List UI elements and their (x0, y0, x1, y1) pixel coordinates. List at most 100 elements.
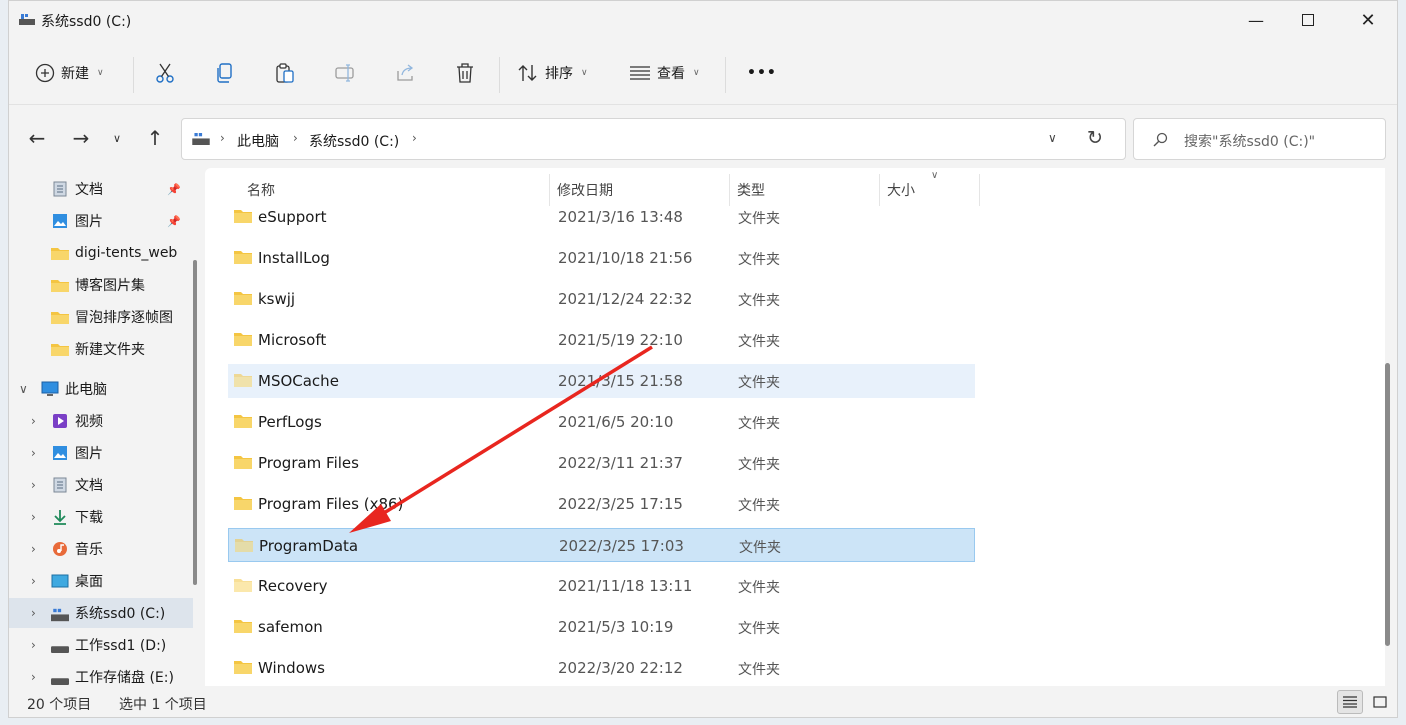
file-row[interactable]: Recovery 2021/11/18 13:11 文件夹 (228, 569, 975, 603)
item-count: 20 个项目 (27, 697, 92, 713)
address-history-dropdown[interactable]: ∨ (1048, 131, 1057, 145)
refresh-icon[interactable]: ↻ (1087, 127, 1103, 149)
file-type: 文件夹 (738, 580, 780, 596)
breadcrumb-drive-c[interactable]: 系统ssd0 (C:) (309, 131, 399, 151)
document-icon (53, 477, 67, 493)
file-list: 名称 修改日期 类型 大小 ∨ eSupport 2021/3/16 13:48 文… (205, 168, 1390, 686)
pin-icon: 📌 (167, 182, 181, 196)
minimize-icon: — (1248, 10, 1264, 30)
sidebar-item-pictures[interactable]: › 图片 (9, 438, 193, 468)
file-name: MSOCache (258, 372, 339, 390)
close-button[interactable]: ✕ (1339, 1, 1397, 39)
folder-icon (51, 248, 69, 260)
sidebar-item-label: 此电脑 (65, 382, 107, 398)
sidebar-item-music[interactable]: › 音乐 (9, 534, 193, 564)
file-date: 2021/3/15 21:58 (558, 372, 683, 390)
share-button[interactable] (395, 55, 415, 91)
maximize-button[interactable] (1279, 1, 1337, 39)
rename-button[interactable] (335, 55, 357, 91)
sort-button[interactable]: 排序 ∨ (517, 55, 588, 91)
folder-icon (234, 579, 252, 592)
file-row[interactable]: MSOCache 2021/3/15 21:58 文件夹 (228, 364, 975, 398)
breadcrumb-this-pc[interactable]: 此电脑 (237, 131, 279, 151)
column-header-type[interactable]: 类型 (737, 180, 765, 200)
tiles-view-button[interactable] (1367, 690, 1393, 714)
search-box[interactable]: 搜索"系统ssd0 (C:)" (1133, 118, 1386, 160)
file-date: 2021/12/24 22:32 (558, 290, 693, 308)
cut-icon (156, 63, 174, 83)
sidebar-item-downloads[interactable]: › 下载 (9, 502, 193, 532)
command-bar: 新建 ∨ 排序 ∨ 查看 ∨ ••• (9, 41, 1397, 105)
sidebar-item-label: 文档 (75, 478, 103, 494)
sidebar-item-label: 博客图片集 (75, 278, 145, 294)
sidebar-item-folder[interactable]: 冒泡排序逐帧图 (9, 302, 193, 332)
file-row[interactable]: PerfLogs 2021/6/5 20:10 文件夹 (228, 405, 975, 439)
folder-icon (234, 661, 252, 674)
sidebar-item-videos[interactable]: › 视频 (9, 406, 193, 436)
file-row[interactable]: Windows 2022/3/20 22:12 文件夹 (228, 651, 975, 685)
sidebar-item-label: digi-tents_web (75, 245, 178, 261)
delete-button[interactable] (455, 55, 475, 91)
sidebar-item-drive-d[interactable]: › 工作ssd1 (D:) (9, 630, 193, 660)
folder-icon (234, 497, 252, 510)
maximize-icon (1302, 14, 1314, 26)
sidebar-item-drive-c[interactable]: › 系统ssd0 (C:) (9, 598, 193, 628)
folder-icon (234, 251, 252, 264)
divider (725, 57, 726, 93)
paste-button[interactable] (275, 55, 295, 91)
chevron-right-icon: › (31, 606, 36, 620)
file-name: Program Files (258, 454, 359, 472)
cut-button[interactable] (155, 55, 175, 91)
up-button[interactable]: ↑ (141, 124, 169, 152)
sidebar-item-documents[interactable]: › 文档 (9, 470, 193, 500)
copy-button[interactable] (215, 55, 235, 91)
file-row[interactable]: eSupport 2021/3/16 13:48 文件夹 (228, 200, 975, 234)
sidebar-item-label: 图片 (75, 214, 103, 230)
drive-icon (51, 608, 69, 622)
forward-button[interactable]: → (67, 124, 95, 152)
column-header-date[interactable]: 修改日期 (557, 180, 613, 200)
sidebar-item-folder[interactable]: 博客图片集 (9, 270, 193, 300)
file-date: 2022/3/25 17:03 (559, 537, 684, 555)
file-type: 文件夹 (738, 293, 780, 309)
address-bar[interactable]: › 此电脑 › 系统ssd0 (C:) › ∨ ↻ (181, 118, 1126, 160)
file-row[interactable]: Program Files 2022/3/11 21:37 文件夹 (228, 446, 975, 480)
file-date: 2022/3/11 21:37 (558, 454, 683, 472)
details-view-button[interactable] (1337, 690, 1363, 714)
arrow-right-icon: → (72, 126, 90, 150)
file-row[interactable]: ProgramData 2022/3/25 17:03 文件夹 (228, 528, 975, 562)
sidebar-item-folder[interactable]: digi-tents_web (9, 238, 193, 268)
column-header-name[interactable]: 名称 (247, 180, 275, 200)
file-row[interactable]: Microsoft 2021/5/19 22:10 文件夹 (228, 323, 975, 357)
file-list-scrollbar[interactable] (1385, 363, 1390, 646)
file-row[interactable]: kswjj 2021/12/24 22:32 文件夹 (228, 282, 975, 316)
file-row[interactable]: safemon 2021/5/3 10:19 文件夹 (228, 610, 975, 644)
music-icon (53, 542, 67, 556)
sidebar-item-this-pc[interactable]: ∨ 此电脑 (9, 374, 193, 404)
view-button[interactable]: 查看 ∨ (629, 55, 700, 91)
file-row[interactable]: InstallLog 2021/10/18 21:56 文件夹 (228, 241, 975, 275)
file-name: eSupport (258, 208, 327, 226)
sidebar-scrollbar[interactable] (193, 260, 197, 585)
sidebar-item-label: 冒泡排序逐帧图 (75, 310, 173, 326)
sidebar-item-desktop[interactable]: › 桌面 (9, 566, 193, 596)
file-row[interactable]: Program Files (x86) 2022/3/25 17:15 文件夹 (228, 487, 975, 521)
back-button[interactable]: ← (23, 124, 51, 152)
more-button[interactable]: ••• (747, 55, 777, 91)
file-date: 2021/3/16 13:48 (558, 208, 683, 226)
minimize-button[interactable]: — (1227, 1, 1285, 39)
sidebar-item-folder[interactable]: 新建文件夹 (9, 334, 193, 364)
column-header-size[interactable]: 大小 (887, 180, 915, 200)
new-button[interactable]: 新建 ∨ (35, 55, 104, 91)
drive-icon (51, 646, 69, 653)
sidebar-item-documents[interactable]: 文档 📌 (9, 174, 193, 204)
file-name: safemon (258, 618, 323, 636)
recent-locations-button[interactable]: ∨ (107, 124, 127, 152)
sidebar-item-label: 音乐 (75, 542, 103, 558)
chevron-right-icon: › (31, 670, 36, 684)
document-icon (53, 181, 67, 197)
file-type: 文件夹 (738, 375, 780, 391)
sidebar-item-pictures[interactable]: 图片 📌 (9, 206, 193, 236)
title-bar: 系统ssd0 (C:) — ✕ (9, 1, 1397, 41)
file-type: 文件夹 (738, 621, 780, 637)
